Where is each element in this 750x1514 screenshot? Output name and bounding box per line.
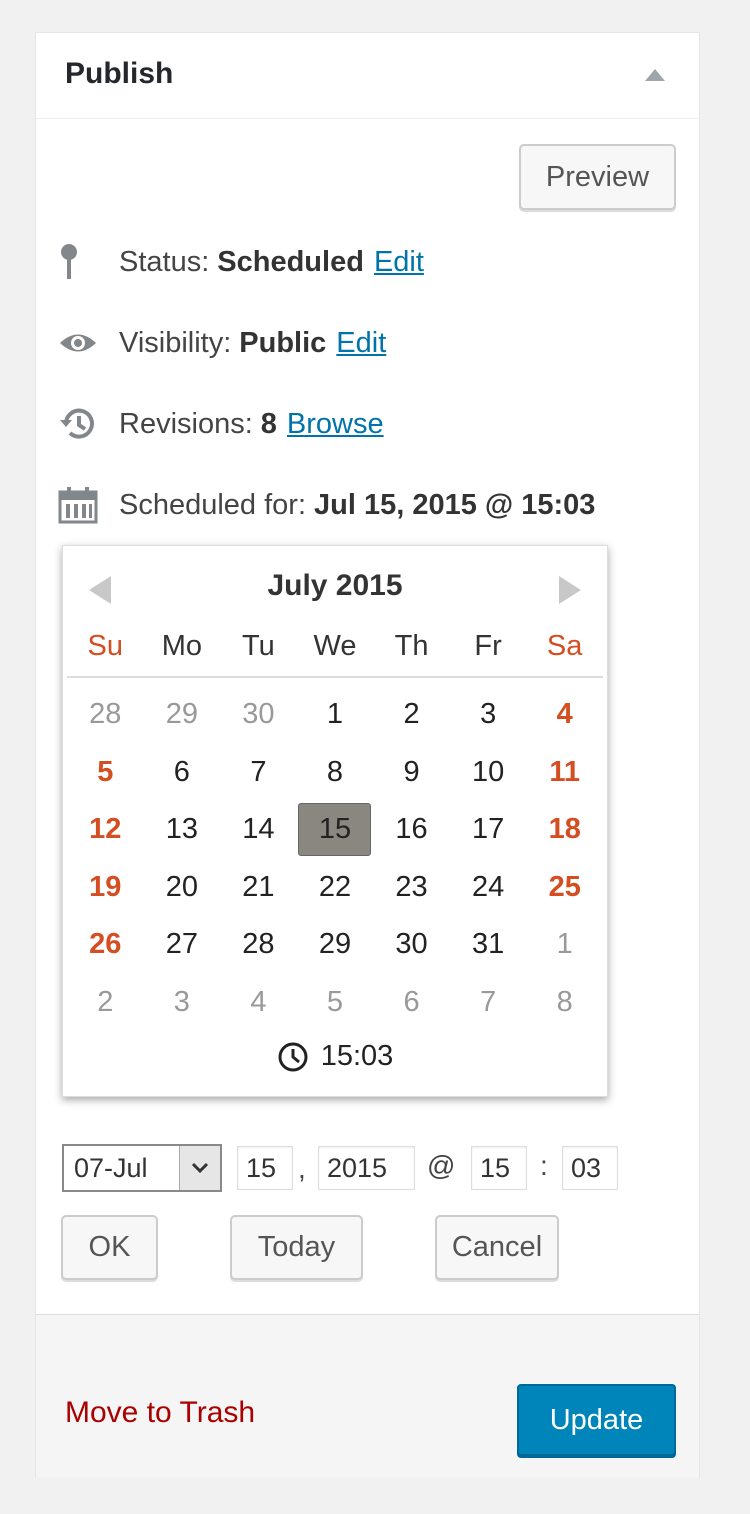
calendar-day[interactable]: 29 [144, 686, 221, 744]
clock-icon [278, 1042, 308, 1071]
month-select-value: 07-Jul [74, 1152, 148, 1183]
panel-title: Publish [65, 57, 174, 90]
revisions-label: Revisions: [119, 407, 253, 440]
calendar-day[interactable]: 2 [67, 974, 144, 1032]
colon-separator: : [540, 1150, 548, 1181]
schedule-value: Jul 15, 2015 @ 15:03 [314, 488, 596, 521]
calendar-day[interactable]: 8 [526, 974, 603, 1032]
visibility-edit-link[interactable]: Edit [336, 327, 386, 360]
schedule-label: Scheduled for: [119, 488, 307, 521]
cancel-button[interactable]: Cancel [435, 1215, 559, 1280]
revisions-value: 8 [260, 407, 277, 440]
history-icon [58, 404, 102, 444]
day-input[interactable] [237, 1146, 293, 1190]
at-separator: @ [427, 1150, 456, 1181]
calendar-day[interactable]: 8 [297, 744, 374, 802]
calendar-day[interactable]: 4 [220, 974, 297, 1032]
calendar-day[interactable]: 5 [297, 974, 374, 1032]
eye-icon [58, 323, 102, 363]
weekday-label: Fr [474, 630, 502, 662]
year-input[interactable] [318, 1146, 415, 1190]
calendar-days-grid: 28 29 30 1 2 3 4 5 6 7 8 9 10 11 12 13 1… [67, 686, 603, 1031]
calendar-day[interactable]: 7 [220, 744, 297, 802]
calendar-day[interactable]: 21 [220, 859, 297, 917]
move-to-trash-link[interactable]: Move to Trash [65, 1396, 255, 1430]
calendar-time-value: 15:03 [320, 1040, 394, 1072]
calendar-day[interactable]: 20 [144, 859, 221, 917]
chevron-down-icon [179, 1146, 220, 1190]
hour-input[interactable] [471, 1146, 527, 1190]
update-button[interactable]: Update [517, 1384, 676, 1456]
revisions-row: Revisions: 8 Browse [58, 404, 384, 444]
calendar-day[interactable]: 1 [526, 916, 603, 974]
weekday-label: Tu [242, 630, 275, 662]
calendar-time: 15:03 [63, 1040, 607, 1073]
calendar-day[interactable]: 7 [450, 974, 527, 1032]
visibility-row: Visibility: Public Edit [58, 323, 386, 363]
calendar-day[interactable]: 31 [450, 916, 527, 974]
calendar-day[interactable]: 29 [297, 916, 374, 974]
calendar-day[interactable]: 30 [373, 916, 450, 974]
calendar-day[interactable]: 27 [144, 916, 221, 974]
visibility-label: Visibility: [119, 326, 232, 359]
calendar-day[interactable]: 22 [297, 859, 374, 917]
ok-button[interactable]: OK [61, 1215, 158, 1280]
calendar-day[interactable]: 1 [297, 686, 374, 744]
weekday-header: Su Mo Tu We Th Fr Sa [67, 630, 603, 678]
status-edit-link[interactable]: Edit [374, 246, 424, 279]
calendar-day[interactable]: 18 [526, 801, 603, 859]
calendar-day[interactable]: 3 [144, 974, 221, 1032]
month-select[interactable]: 07-Jul [62, 1144, 222, 1192]
status-row: Status: Scheduled Edit [58, 242, 424, 282]
calendar-day[interactable]: 11 [526, 744, 603, 802]
collapse-arrow-icon[interactable] [645, 69, 665, 81]
calendar-day[interactable]: 16 [373, 801, 450, 859]
calendar-day[interactable]: 28 [67, 686, 144, 744]
calendar-icon [58, 485, 102, 525]
weekday-label: Th [394, 630, 429, 662]
calendar-day[interactable]: 23 [373, 859, 450, 917]
calendar-day[interactable]: 13 [144, 801, 221, 859]
calendar-day[interactable]: 30 [220, 686, 297, 744]
weekday-label: We [313, 630, 357, 662]
schedule-row: Scheduled for: Jul 15, 2015 @ 15:03 [58, 485, 595, 525]
publish-actions-bar: Move to Trash Update [36, 1314, 699, 1478]
selected-day-number: 15 [298, 803, 372, 857]
preview-button[interactable]: Preview [519, 144, 676, 210]
calendar-day[interactable]: 3 [450, 686, 527, 744]
pin-icon [58, 242, 102, 282]
next-month-icon[interactable] [559, 576, 581, 604]
weekday-label: Su [87, 630, 124, 662]
calendar-day[interactable]: 6 [144, 744, 221, 802]
visibility-value: Public [239, 326, 327, 359]
calendar-day[interactable]: 25 [526, 859, 603, 917]
publish-panel: Publish Preview Status: Scheduled Edit V… [35, 32, 700, 1478]
comma-separator: , [298, 1153, 306, 1184]
calendar-day[interactable]: 14 [220, 801, 297, 859]
status-value: Scheduled [217, 245, 364, 278]
calendar-day[interactable]: 28 [220, 916, 297, 974]
weekday-label: Mo [161, 630, 202, 662]
calendar-day[interactable]: 19 [67, 859, 144, 917]
calendar-day[interactable]: 6 [373, 974, 450, 1032]
calendar-day[interactable]: 12 [67, 801, 144, 859]
revisions-browse-link[interactable]: Browse [287, 408, 384, 441]
calendar-day-selected[interactable]: 15 [297, 801, 374, 859]
weekday-label: Sa [546, 630, 583, 662]
today-button[interactable]: Today [230, 1215, 363, 1280]
calendar-day[interactable]: 17 [450, 801, 527, 859]
calendar-day[interactable]: 4 [526, 686, 603, 744]
calendar-day[interactable]: 24 [450, 859, 527, 917]
calendar-day[interactable]: 10 [450, 744, 527, 802]
calendar-day[interactable]: 2 [373, 686, 450, 744]
datepicker-popup: July 2015 Su Mo Tu We Th Fr Sa 28 29 30 … [62, 545, 608, 1097]
calendar-month-title: July 2015 [267, 569, 403, 602]
minute-input[interactable] [562, 1146, 618, 1190]
panel-header: Publish [36, 33, 699, 119]
calendar-day[interactable]: 9 [373, 744, 450, 802]
calendar-day[interactable]: 26 [67, 916, 144, 974]
calendar-day[interactable]: 5 [67, 744, 144, 802]
status-label: Status: [119, 245, 210, 278]
